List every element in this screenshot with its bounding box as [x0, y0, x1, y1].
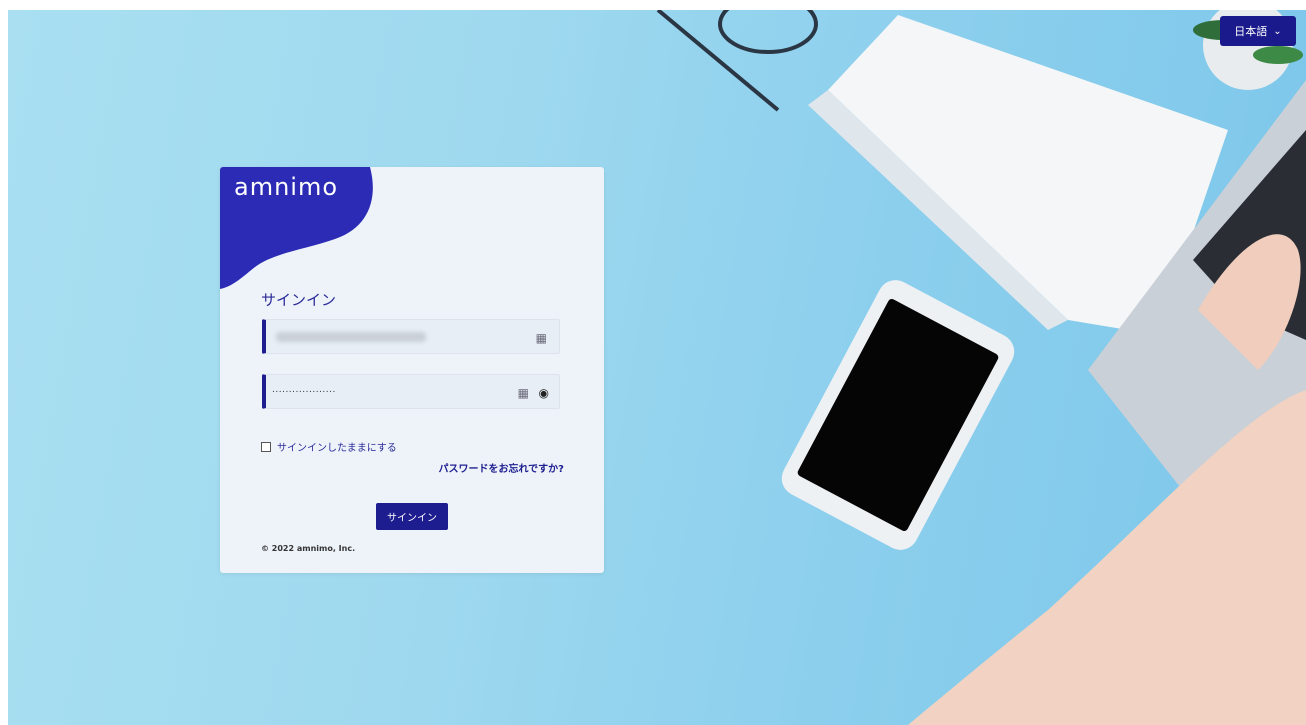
- chevron-down-icon: ⌄: [1273, 25, 1282, 37]
- phone-image: [781, 280, 1015, 550]
- password-field[interactable]: ................... ▦ ◉: [262, 374, 560, 409]
- keep-signed-in-checkbox[interactable]: サインインしたままにする: [261, 439, 397, 454]
- signin-card: amnimo サインイン ▦ ................... ▦ ◉ サ…: [220, 167, 604, 573]
- forgot-password-link[interactable]: パスワードをお忘れですか?: [438, 460, 564, 475]
- key-manager-icon[interactable]: ▦: [518, 386, 529, 400]
- password-value: ...................: [272, 385, 336, 395]
- username-field[interactable]: ▦: [262, 319, 560, 354]
- username-value-blurred: [276, 332, 426, 342]
- background-scene: 日本語 ⌄ amnimo サインイン ▦ ...................…: [8, 10, 1306, 725]
- signin-button[interactable]: サインイン: [376, 503, 448, 530]
- keep-signed-in-label: サインインしたままにする: [277, 443, 397, 454]
- eye-slash-icon[interactable]: ◉: [539, 386, 549, 400]
- language-selector[interactable]: 日本語 ⌄: [1220, 16, 1296, 46]
- checkbox-box[interactable]: [261, 441, 271, 452]
- glasses-image: [656, 10, 818, 112]
- page-title: サインイン: [261, 291, 337, 309]
- amnimo-logo: amnimo: [234, 173, 339, 201]
- copyright-text: © 2022 amnimo, Inc.: [261, 544, 356, 553]
- language-label: 日本語: [1234, 25, 1268, 38]
- key-manager-icon[interactable]: ▦: [536, 331, 547, 345]
- desk-illustration: [656, 10, 1306, 725]
